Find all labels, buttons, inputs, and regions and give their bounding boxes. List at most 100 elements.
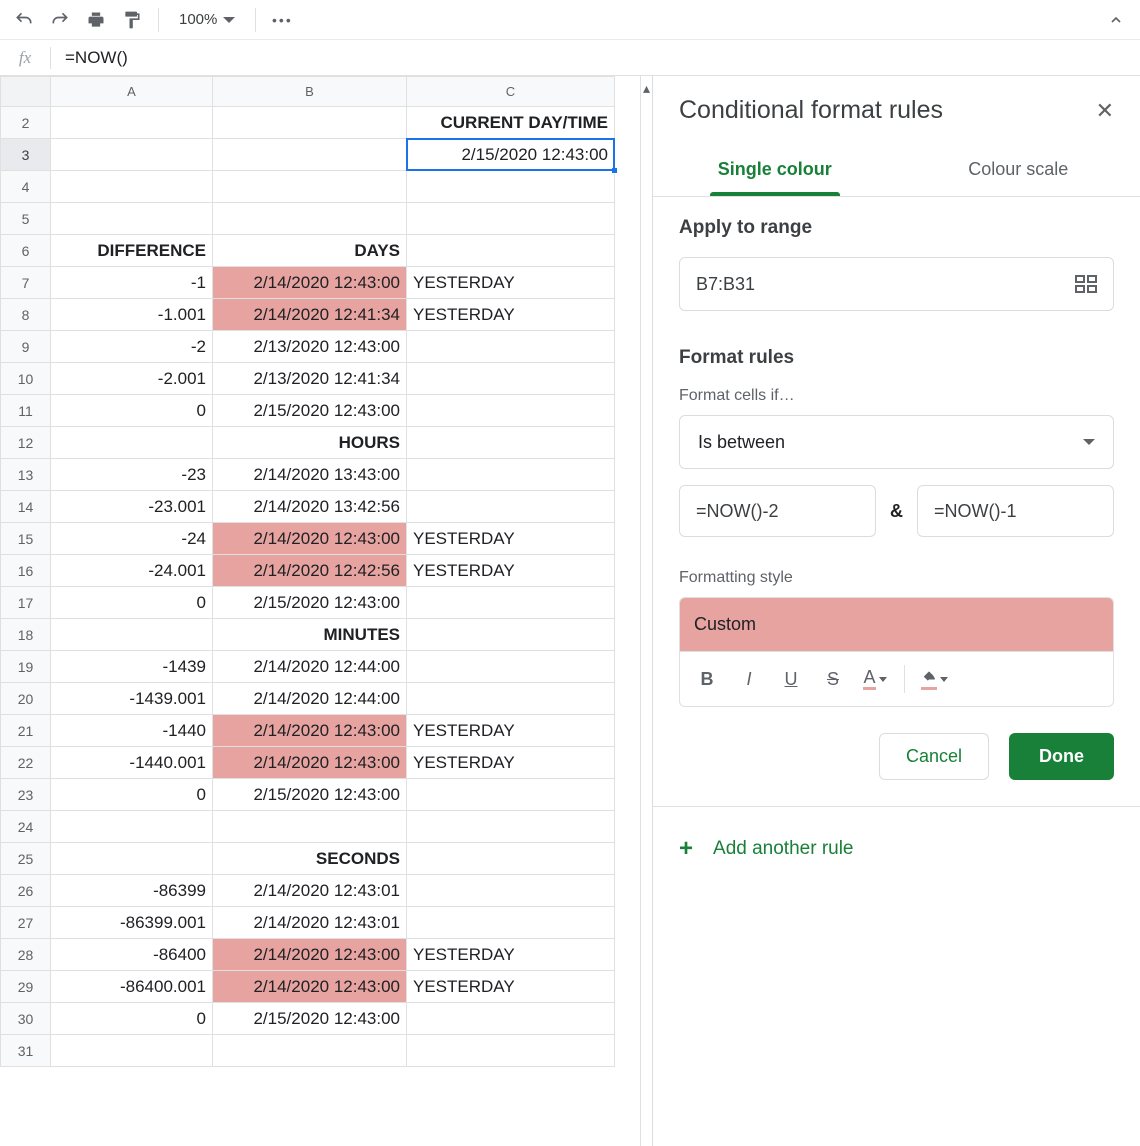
row-header[interactable]: 29 (1, 971, 51, 1003)
cell[interactable]: -23 (51, 459, 213, 491)
cell[interactable] (407, 843, 615, 875)
cell[interactable] (213, 107, 407, 139)
cell[interactable]: YESTERDAY (407, 747, 615, 779)
cell[interactable]: YESTERDAY (407, 523, 615, 555)
cell[interactable] (407, 491, 615, 523)
cell[interactable]: 2/14/2020 12:44:00 (213, 651, 407, 683)
row-header[interactable]: 5 (1, 203, 51, 235)
cell[interactable]: 2/14/2020 12:42:56 (213, 555, 407, 587)
between-min-input[interactable]: =NOW()-2 (679, 485, 876, 537)
collapse-toolbar-icon[interactable] (1102, 6, 1130, 34)
row-header[interactable]: 27 (1, 907, 51, 939)
bold-button[interactable]: B (690, 662, 724, 696)
row-header[interactable]: 23 (1, 779, 51, 811)
cell[interactable]: 2/14/2020 13:42:56 (213, 491, 407, 523)
cell[interactable]: 2/14/2020 12:43:00 (213, 715, 407, 747)
fill-color-button[interactable] (917, 662, 951, 696)
cell[interactable]: 0 (51, 587, 213, 619)
paint-format-icon[interactable] (118, 6, 146, 34)
cell[interactable] (407, 1035, 615, 1067)
cell[interactable] (407, 683, 615, 715)
cell[interactable] (407, 779, 615, 811)
cell[interactable]: YESTERDAY (407, 971, 615, 1003)
row-header[interactable]: 9 (1, 331, 51, 363)
cell[interactable] (407, 363, 615, 395)
text-color-button[interactable]: A (858, 662, 892, 696)
vertical-scrollbar[interactable]: ▴ (640, 76, 652, 1146)
row-header[interactable]: 30 (1, 1003, 51, 1035)
grid-select-icon[interactable] (1075, 275, 1097, 293)
strikethrough-button[interactable]: S (816, 662, 850, 696)
cell[interactable]: 2/15/2020 12:43:00 (407, 139, 615, 171)
cell[interactable]: 2/15/2020 12:43:00 (213, 395, 407, 427)
cell[interactable]: -86399.001 (51, 907, 213, 939)
cell[interactable] (407, 395, 615, 427)
column-header-C[interactable]: C (407, 77, 615, 107)
cell[interactable] (407, 427, 615, 459)
italic-button[interactable]: I (732, 662, 766, 696)
cell[interactable]: MINUTES (213, 619, 407, 651)
cell[interactable] (213, 1035, 407, 1067)
cell[interactable]: 2/14/2020 13:43:00 (213, 459, 407, 491)
cell[interactable] (213, 203, 407, 235)
row-header[interactable]: 3 (1, 139, 51, 171)
cell[interactable]: YESTERDAY (407, 555, 615, 587)
cell[interactable]: YESTERDAY (407, 715, 615, 747)
cell[interactable] (407, 619, 615, 651)
cell[interactable]: -1 (51, 267, 213, 299)
cell[interactable] (407, 811, 615, 843)
cell[interactable]: -86400 (51, 939, 213, 971)
row-header[interactable]: 31 (1, 1035, 51, 1067)
cell[interactable]: 2/15/2020 12:43:00 (213, 587, 407, 619)
between-max-input[interactable]: =NOW()-1 (917, 485, 1114, 537)
range-input[interactable]: B7:B31 (679, 257, 1114, 311)
cell[interactable] (51, 619, 213, 651)
row-header[interactable]: 22 (1, 747, 51, 779)
cell[interactable]: 0 (51, 779, 213, 811)
cell[interactable]: -1440 (51, 715, 213, 747)
cell[interactable]: YESTERDAY (407, 299, 615, 331)
cell[interactable]: 2/13/2020 12:41:34 (213, 363, 407, 395)
cell[interactable] (407, 459, 615, 491)
cell[interactable]: CURRENT DAY/TIME (407, 107, 615, 139)
cell[interactable] (407, 331, 615, 363)
cell[interactable]: -1439 (51, 651, 213, 683)
cell[interactable]: 2/15/2020 12:43:00 (213, 779, 407, 811)
add-another-rule[interactable]: + Add another rule (653, 807, 1140, 891)
format-style-preview[interactable]: Custom (679, 597, 1114, 652)
spreadsheet-grid[interactable]: A B C 2CURRENT DAY/TIME32/15/2020 12:43:… (0, 76, 640, 1146)
cell[interactable]: -86399 (51, 875, 213, 907)
cell[interactable]: 2/14/2020 12:43:00 (213, 971, 407, 1003)
cell[interactable]: 2/14/2020 12:43:01 (213, 875, 407, 907)
cell[interactable] (407, 875, 615, 907)
cancel-button[interactable]: Cancel (879, 733, 989, 780)
cell[interactable] (51, 139, 213, 171)
row-header[interactable]: 14 (1, 491, 51, 523)
cell[interactable]: -1440.001 (51, 747, 213, 779)
cell[interactable]: 0 (51, 1003, 213, 1035)
cell[interactable] (51, 843, 213, 875)
column-header-A[interactable]: A (51, 77, 213, 107)
cell[interactable]: DIFFERENCE (51, 235, 213, 267)
cell[interactable]: -1439.001 (51, 683, 213, 715)
cell[interactable]: HOURS (213, 427, 407, 459)
cell[interactable]: 2/14/2020 12:43:00 (213, 267, 407, 299)
condition-select[interactable]: Is between (679, 415, 1114, 469)
cell[interactable]: 2/14/2020 12:43:01 (213, 907, 407, 939)
row-header[interactable]: 11 (1, 395, 51, 427)
print-icon[interactable] (82, 6, 110, 34)
row-header[interactable]: 26 (1, 875, 51, 907)
tab-single-colour[interactable]: Single colour (653, 145, 897, 196)
cell[interactable] (51, 811, 213, 843)
row-header[interactable]: 13 (1, 459, 51, 491)
cell[interactable]: -24 (51, 523, 213, 555)
cell[interactable] (407, 587, 615, 619)
cell[interactable]: 2/14/2020 12:41:34 (213, 299, 407, 331)
cell[interactable] (407, 1003, 615, 1035)
row-header[interactable]: 6 (1, 235, 51, 267)
row-header[interactable]: 18 (1, 619, 51, 651)
undo-icon[interactable] (10, 6, 38, 34)
cell[interactable]: DAYS (213, 235, 407, 267)
cell[interactable] (213, 811, 407, 843)
column-header-B[interactable]: B (213, 77, 407, 107)
